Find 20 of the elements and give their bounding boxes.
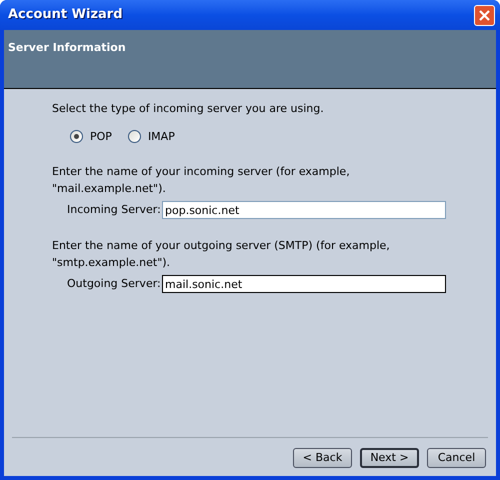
prompt-text: Enter the name of your outgoing server (SMTP) (for example, "smtp.example.net"). — [52, 238, 391, 270]
text-field[interactable]: mail.sonic.net — [162, 275, 446, 293]
window-title: Account Wizard — [8, 6, 123, 24]
close-icon — [479, 10, 490, 20]
radio-button[interactable] — [128, 130, 141, 144]
text-field[interactable]: pop.sonic.net — [162, 201, 446, 219]
radio-button[interactable] — [70, 130, 83, 144]
wizard-button[interactable]: Cancel — [427, 448, 486, 468]
wizard-button[interactable]: Next > — [360, 448, 419, 468]
prompt-text: Enter the name of your incoming server (for example, "mail.example.net"). — [52, 164, 351, 196]
radio-option[interactable]: IMAP — [128, 128, 175, 145]
prompt-text: Select the type of incoming server you are using. — [52, 101, 325, 117]
header-title: Server Information — [8, 41, 126, 54]
field-label: Incoming Server: — [67, 202, 162, 218]
radio-label: POP — [90, 128, 112, 144]
radio-option[interactable]: POP — [70, 128, 112, 145]
wizard-button[interactable]: < Back — [293, 448, 352, 468]
radio-label: IMAP — [148, 128, 175, 144]
close-button[interactable] — [474, 4, 495, 26]
field-label: Outgoing Server: — [67, 276, 162, 292]
